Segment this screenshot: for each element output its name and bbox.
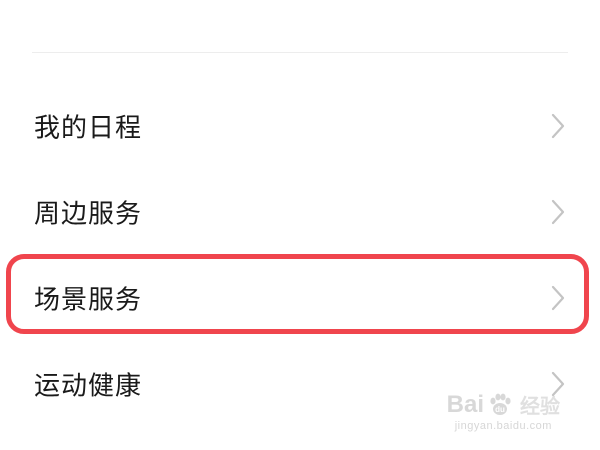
menu-item-label: 场景服务 bbox=[34, 285, 143, 316]
menu-item-label: 周边服务 bbox=[34, 199, 143, 230]
chevron-right-icon bbox=[551, 285, 565, 311]
chevron-right-icon bbox=[551, 113, 565, 139]
menu-item-label: 运动健康 bbox=[34, 371, 143, 402]
menu-item-schedule[interactable]: 我的日程 bbox=[0, 83, 600, 169]
menu-item-scene-services[interactable]: 场景服务 bbox=[0, 255, 600, 341]
menu-item-label: 我的日程 bbox=[34, 113, 143, 144]
chevron-right-icon bbox=[551, 371, 565, 397]
menu-list: 我的日程 周边服务 场景服务 运动健康 bbox=[0, 83, 600, 427]
screen: 我的日程 周边服务 场景服务 运动健康 Bai du 经验 jingyan.ba… bbox=[0, 0, 600, 450]
menu-item-sports-health[interactable]: 运动健康 bbox=[0, 341, 600, 427]
top-divider bbox=[32, 52, 568, 53]
chevron-right-icon bbox=[551, 199, 565, 225]
menu-item-nearby-services[interactable]: 周边服务 bbox=[0, 169, 600, 255]
